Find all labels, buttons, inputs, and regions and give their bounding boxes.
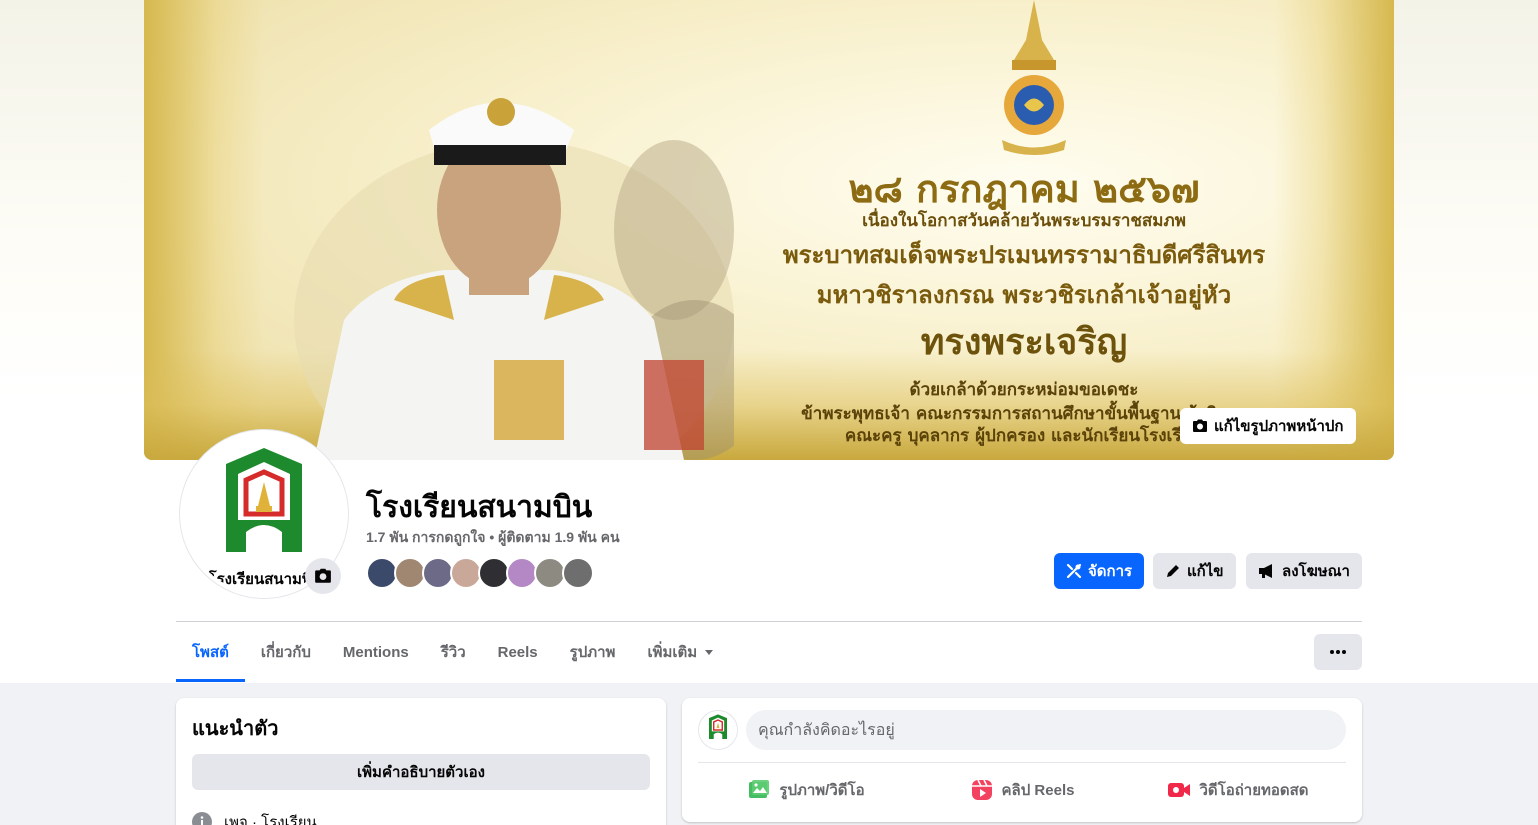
- composer-divider: [698, 762, 1346, 763]
- portrait-image: [294, 98, 734, 460]
- edit-button[interactable]: แก้ไข: [1153, 553, 1236, 589]
- royal-emblem: [1002, 0, 1066, 155]
- tab-posts[interactable]: โพสต์: [176, 622, 245, 682]
- camera-icon: [315, 568, 331, 583]
- cover-line-5: ด้วยเกล้าด้วยกระหม่อมขอเดชะ: [909, 380, 1139, 400]
- photo-video-label: รูปภาพ/วิดีโอ: [779, 782, 865, 799]
- camera-icon: [1193, 419, 1207, 432]
- megaphone-icon: [1259, 564, 1272, 578]
- live-video-label: วิดีโอถ่ายทอดสด: [1199, 782, 1309, 799]
- page-header: ๒๘ กรกฎาคม ๒๕๖๗ เนื่องในโอกาสวันคล้ายวัน…: [0, 0, 1538, 683]
- edit-cover-button[interactable]: แก้ไขรูปภาพหน้าปก: [1180, 408, 1356, 444]
- avatar-camera-button[interactable]: [305, 558, 341, 594]
- tab-reels[interactable]: Reels: [482, 622, 554, 682]
- composer-actions: รูปภาพ/วิดีโอ คลิป Reels วิดีโอถ่ายทอดสด: [698, 770, 1346, 810]
- intro-title: แนะนำตัว: [192, 716, 279, 740]
- school-logo-text: โรงเรียนสนามบิ: [208, 569, 312, 588]
- cover-line-1: เนื่องในโอกาสวันคล้ายวันพระบรมราชสมภพ: [862, 211, 1186, 231]
- pencil-icon: [1167, 565, 1179, 577]
- composer-input[interactable]: คุณกำลังคิดอะไรอยู่: [746, 710, 1346, 750]
- composer-avatar[interactable]: [698, 710, 738, 750]
- caret-down-icon: [705, 650, 714, 655]
- cover-line-2: พระบาทสมเด็จพระปรเมนทรรามาธิบดีศรีสินทร: [782, 241, 1266, 269]
- info-icon: [192, 812, 212, 825]
- advertise-label: ลงโฆษณา: [1282, 563, 1350, 580]
- live-video-icon: [1168, 783, 1191, 797]
- reels-label: คลิป Reels: [1001, 782, 1075, 799]
- edit-label: แก้ไข: [1187, 563, 1224, 580]
- ellipsis-icon: [1330, 650, 1346, 654]
- photo-video-button[interactable]: รูปภาพ/วิดีโอ: [698, 770, 914, 810]
- reels-icon: [971, 779, 992, 800]
- cover-photo[interactable]: ๒๘ กรกฎาคม ๒๕๖๗ เนื่องในโอกาสวันคล้ายวัน…: [144, 0, 1394, 460]
- reels-button[interactable]: คลิป Reels: [914, 770, 1130, 810]
- post-composer: คุณกำลังคิดอะไรอยู่ รูปภาพ/วิดีโอ คลิป R…: [682, 698, 1362, 822]
- advertise-button[interactable]: ลงโฆษณา: [1246, 553, 1362, 589]
- intro-category-row: เพจ · โรงเรียน: [192, 810, 317, 825]
- add-bio-button[interactable]: เพิ่มคำอธิบายตัวเอง: [192, 754, 650, 790]
- tab-photos[interactable]: รูปภาพ: [554, 622, 632, 682]
- tab-reviews[interactable]: รีวิว: [425, 622, 482, 682]
- intro-card: แนะนำตัว เพิ่มคำอธิบายตัวเอง เพจ · โรงเร…: [176, 698, 666, 825]
- tab-more[interactable]: เพิ่มเติม: [631, 622, 731, 682]
- follower-avatars[interactable]: [366, 557, 594, 589]
- edit-cover-label: แก้ไขรูปภาพหน้าปก: [1214, 418, 1344, 435]
- school-logo: [708, 714, 728, 740]
- manage-button[interactable]: จัดการ: [1054, 553, 1145, 589]
- cover-line-4: ทรงพระเจริญ: [920, 322, 1128, 363]
- page-tabs: โพสต์ เกี่ยวกับ Mentions รีวิว Reels รูป…: [176, 622, 731, 682]
- photo-icon: [749, 780, 770, 798]
- manage-label: จัดการ: [1088, 563, 1133, 580]
- page-stats[interactable]: 1.7 พัน การกดถูกใจ • ผู้ติดตาม 1.9 พัน ค…: [366, 527, 620, 549]
- follower-avatar[interactable]: [562, 557, 594, 589]
- tools-icon: [1066, 563, 1082, 579]
- cover-line-3: มหาวชิราลงกรณ พระวชิรเกล้าเจ้าอยู่หัว: [816, 281, 1232, 309]
- tab-mentions[interactable]: Mentions: [327, 622, 425, 682]
- more-options-button[interactable]: [1314, 634, 1362, 670]
- intro-category: เพจ · โรงเรียน: [224, 814, 317, 825]
- live-video-button[interactable]: วิดีโอถ่ายทอดสด: [1130, 770, 1346, 810]
- tab-about[interactable]: เกี่ยวกับ: [245, 622, 327, 682]
- page-title: โรงเรียนสนามบิน: [366, 490, 593, 525]
- tab-more-label: เพิ่มเติม: [647, 644, 698, 661]
